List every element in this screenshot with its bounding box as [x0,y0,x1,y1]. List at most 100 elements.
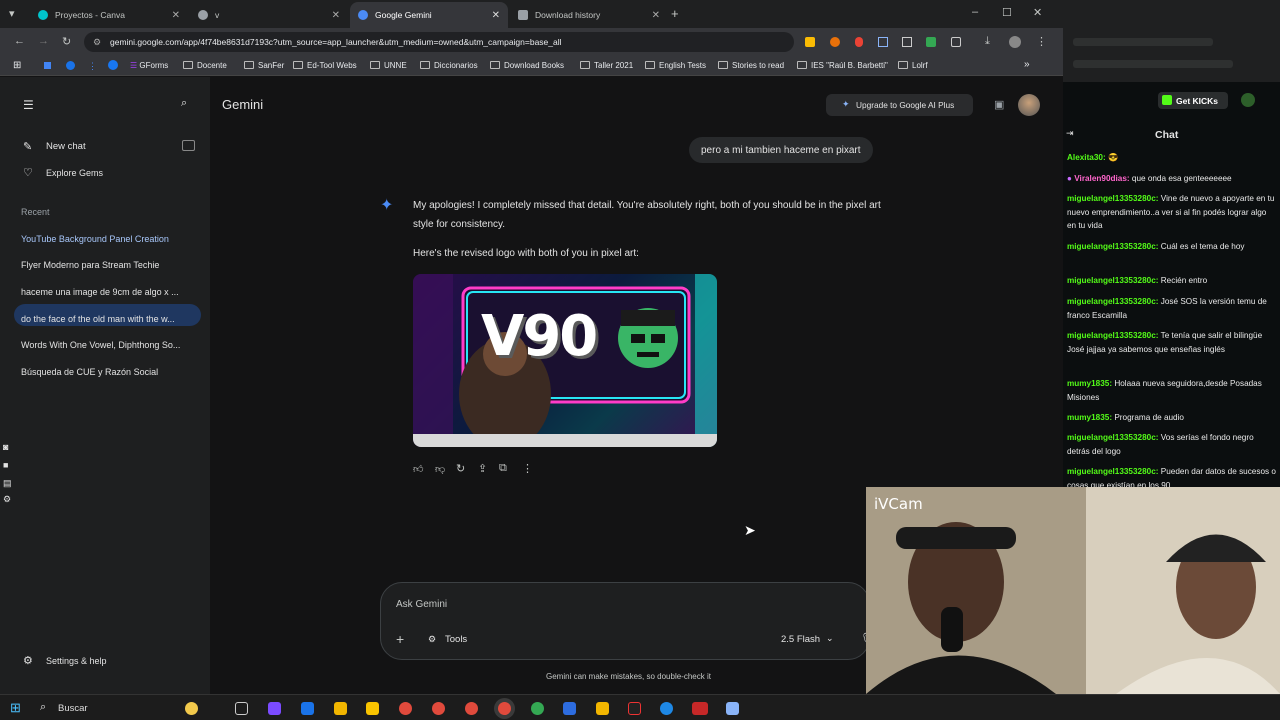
new-chat-button[interactable]: New chat [46,141,86,152]
more-options-icon[interactable]: ⋮ [522,462,533,475]
bookmark-sanfer[interactable]: SanFer [244,61,284,70]
obs-icon[interactable] [628,702,641,715]
bookmark-lolrf[interactable]: Lolrf [898,61,928,70]
close-window-icon[interactable]: ✕ [1033,6,1042,19]
temporary-chat-icon[interactable] [182,140,195,151]
extension-icon[interactable] [926,37,936,47]
upgrade-button[interactable]: ✦ Upgrade to Google AI Plus [826,94,973,116]
bookmark-icon[interactable] [66,61,75,70]
close-icon[interactable]: ✕ [332,10,340,21]
prompt-placeholder[interactable]: Ask Gemini [396,599,447,610]
reload-icon[interactable]: ↻ [62,35,71,48]
settings-help-button[interactable]: Settings & help [46,656,107,666]
bookmark-english-tests[interactable]: English Tests [645,61,706,70]
bookmark-docente[interactable]: Docente [183,61,227,70]
forward-icon[interactable]: → [38,35,49,47]
recent-chat-item[interactable]: haceme una image de 9cm de algo x ... [21,287,193,297]
close-icon[interactable]: ✕ [172,10,180,21]
tab-v[interactable]: v ✕ [190,2,348,28]
taskbar-search[interactable]: Buscar [58,703,88,714]
add-icon[interactable]: + [396,631,404,647]
camera-icon[interactable]: ◙ [3,442,8,452]
tab-download-history[interactable]: Download history ✕ [510,2,668,28]
apps-icon[interactable]: ⊞ [13,60,21,71]
regenerate-icon[interactable]: ↻ [456,462,465,475]
tools-button[interactable]: Tools [445,634,467,645]
close-icon[interactable]: ✕ [652,10,660,21]
chrome-active-icon[interactable] [498,702,511,715]
bookmark-stories-to-read[interactable]: Stories to read [718,61,784,70]
extension-icon[interactable] [878,37,888,47]
chrome-icon[interactable] [465,702,478,715]
menu-icon[interactable]: ⋮ [1036,35,1047,48]
recent-chat-item[interactable]: YouTube Background Panel Creation [21,234,193,244]
minimize-icon[interactable]: – [972,6,978,18]
model-selector[interactable]: 2.5 Flash [781,634,820,645]
recent-chat-item[interactable]: do the face of the old man with the w... [21,314,193,324]
thumbs-down-icon[interactable]: 👎︎ [435,463,445,475]
folder-icon[interactable] [596,702,609,715]
more-bookmarks-icon[interactable]: » [1024,59,1030,70]
notes-icon[interactable] [366,702,379,715]
tab-search-icon[interactable]: ▾ [9,7,15,20]
app-icon[interactable] [660,702,673,715]
extension-icon[interactable] [830,37,840,47]
app-title[interactable]: Gemini [222,97,263,112]
tab-canva[interactable]: Proyectos - Canva ✕ [30,2,188,28]
window-icon[interactable]: ▤ [3,478,12,489]
chrome-icon[interactable] [531,702,544,715]
bookmark-ies[interactable]: IES "Raúl B. Barbetti" [797,61,888,70]
extension-icon[interactable] [805,37,815,47]
chrome-icon[interactable] [399,702,412,715]
bookmark-gforms[interactable]: ☰ GForms [130,61,168,70]
tab-gemini[interactable]: Google Gemini ✕ [350,2,508,28]
bookmark-unne[interactable]: UNNE [370,61,407,70]
task-view-icon[interactable] [235,702,248,715]
back-icon[interactable]: ← [14,35,25,47]
file-explorer-icon[interactable] [334,702,347,715]
bookmark-icon[interactable] [44,62,51,69]
recent-chat-item[interactable]: Búsqueda de CUE y Razón Social [21,367,193,377]
collapse-chat-icon[interactable]: ⇥ [1066,128,1074,139]
thumbs-up-icon[interactable]: 👍︎ [413,463,423,475]
app-icon[interactable] [726,702,739,715]
address-bar[interactable]: ⚙ gemini.google.com/app/4f74be8631d7193c… [84,32,794,52]
explore-gems-link[interactable]: Explore Gems [46,168,103,178]
video-icon[interactable]: ■ [3,460,8,470]
site-info-icon[interactable]: ⚙ [93,37,101,48]
app-icon[interactable] [563,702,576,715]
search-highlight-icon[interactable] [185,702,198,715]
facebook-icon[interactable] [108,60,118,70]
extensions-puzzle-icon[interactable] [951,37,961,47]
recent-chat-item[interactable]: Flyer Moderno para Stream Techie [21,260,193,270]
chrome-icon[interactable] [432,702,445,715]
windows-start-icon[interactable]: ⊞ [10,700,21,716]
avatar[interactable] [1241,93,1255,107]
close-icon[interactable]: ✕ [492,10,500,21]
bookmark-diccionarios[interactable]: Diccionarios [420,61,478,70]
extension-icon[interactable] [855,37,863,47]
new-tab-icon[interactable]: + [671,6,679,21]
bookmark-taller-2021[interactable]: Taller 2021 [580,61,633,70]
share-icon[interactable]: ⇪ [478,462,487,475]
downloads-icon[interactable]: ⤓ [985,35,990,48]
avatar[interactable] [1018,94,1040,116]
maximize-icon[interactable]: ☐ [1002,6,1012,19]
mail-icon[interactable] [301,702,314,715]
extension-icon[interactable] [902,37,912,47]
settings-icon[interactable]: ⚙ [3,494,11,505]
recent-chat-item[interactable]: Words With One Vowel, Diphthong So... [21,340,193,350]
search-icon[interactable]: ⌕ [181,97,187,110]
gift-icon[interactable]: ▣ [994,98,1004,111]
copy-icon[interactable]: ⧉ [499,462,507,475]
bookmark-icon[interactable]: ⋮ [88,61,97,72]
profile-avatar[interactable] [1009,36,1021,48]
get-kicks-button[interactable]: Get KICKs [1158,92,1228,109]
bookmark-download-books[interactable]: Download Books [490,61,564,70]
copilot-icon[interactable] [268,702,281,715]
bookmark-ed-tool-webs[interactable]: Ed-Tool Webs [293,61,357,70]
generated-image[interactable]: V90 [413,274,717,447]
video-editor-icon[interactable] [692,702,708,715]
prompt-input-box[interactable]: Ask Gemini + ⚙ Tools 2.5 Flash ⌄ 🎙︎ [380,582,874,660]
hamburger-menu-icon[interactable]: ☰ [23,98,34,112]
